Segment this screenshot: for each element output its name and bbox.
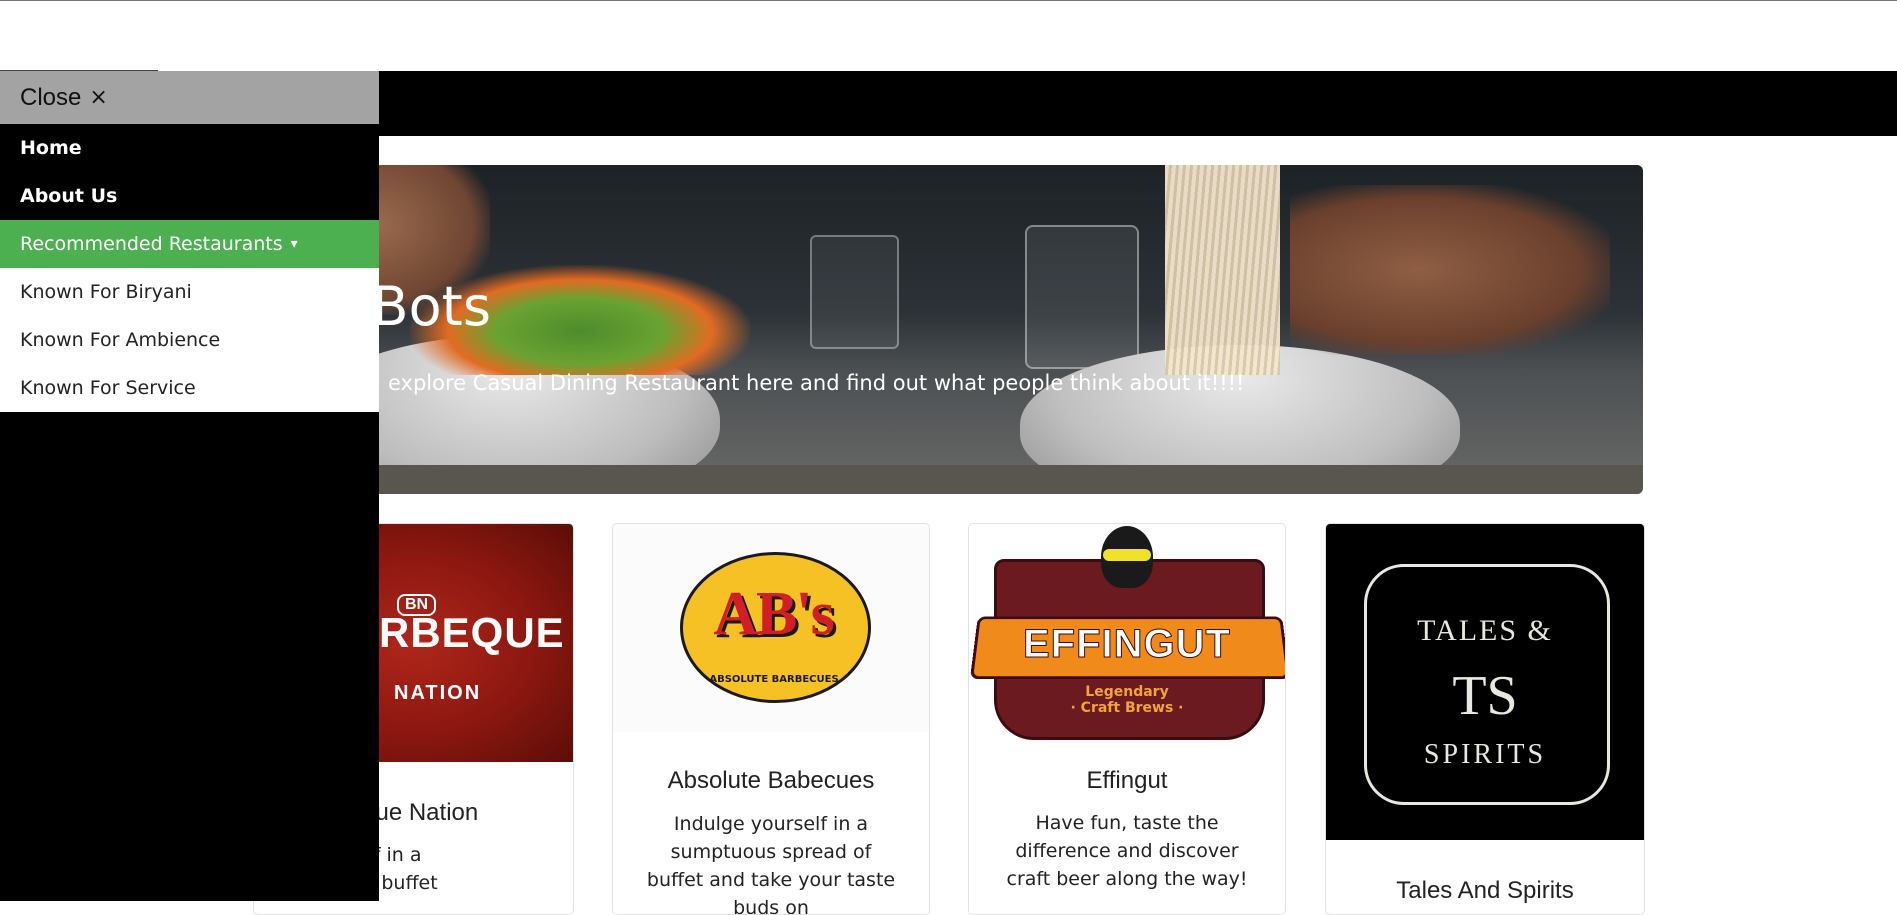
logo-mascot-glasses — [1103, 549, 1151, 561]
glass-image — [1025, 225, 1139, 369]
restaurant-card-absolute-babecues[interactable]: AB's ABSOLUTE BARBECUES Absolute Babecue… — [612, 523, 930, 915]
top-border — [0, 0, 1897, 1]
restaurant-logo-image: TALES & TS SPIRITS — [1326, 524, 1644, 840]
close-label: Close — [20, 83, 82, 111]
logo-text: EFFINGUT — [1023, 622, 1231, 667]
hero-subtitle: explore Casual Dining Restaurant here an… — [388, 371, 1245, 395]
logo-text: TALES & — [1417, 614, 1553, 647]
hand-image — [1290, 185, 1610, 355]
sidebar-item-home[interactable]: Home — [0, 124, 379, 172]
dropdown-item-label: Known For Biryani — [20, 281, 192, 303]
card-description: Indulge yourself in a sumptuous spread o… — [646, 813, 896, 915]
sidebar-item-label: About Us — [20, 185, 118, 207]
logo-text: RBEQUE — [379, 609, 565, 656]
noodles-image — [1165, 165, 1280, 375]
logo-monogram: TS — [1452, 665, 1518, 727]
restaurant-logo-image: AB's ABSOLUTE BARBECUES — [613, 524, 929, 732]
sidebar-item-label: Recommended Restaurants — [20, 233, 283, 255]
restaurant-card-effingut[interactable]: EFFINGUT Legendary · Craft Brews · Effin… — [968, 523, 1286, 915]
table-image — [300, 465, 1643, 494]
dropdown-item-service[interactable]: Known For Service — [0, 364, 379, 412]
card-description: Have fun, taste the difference and disco… — [1006, 812, 1248, 890]
logo-text: SPIRITS — [1423, 739, 1547, 770]
caret-down-icon: ▾ — [290, 236, 298, 252]
sidebar-item-about-us[interactable]: About Us — [0, 172, 379, 220]
close-button[interactable]: Close × — [0, 71, 379, 124]
dropdown-item-label: Known For Ambience — [20, 329, 221, 351]
close-icon: × — [89, 85, 108, 110]
logo-tagline-line: · Craft Brews · — [1070, 700, 1184, 716]
logo-text: NATION — [394, 682, 482, 704]
logo-tagline-line: Legendary — [1085, 684, 1169, 700]
card-title: Absolute Babecues — [667, 767, 875, 794]
hero-banner — [300, 165, 1643, 494]
restaurant-card-tales-and-spirits[interactable]: TALES & TS SPIRITS Tales And Spirits — [1325, 523, 1645, 915]
logo-tagline: Legendary · Craft Brews · — [969, 684, 1285, 716]
sidebar-item-label: Home — [20, 137, 82, 159]
logo-text: AB's — [713, 580, 834, 648]
sidebar-item-recommended-restaurants[interactable]: Recommended Restaurants ▾ — [0, 220, 379, 268]
dropdown-menu: Known For Biryani Known For Ambience Kno… — [0, 268, 379, 412]
restaurant-logo-image: EFFINGUT Legendary · Craft Brews · — [969, 524, 1285, 740]
side-navigation: Close × Home About Us Recommended Restau… — [0, 71, 379, 901]
dropdown-item-biryani[interactable]: Known For Biryani — [0, 268, 379, 316]
glass-image — [810, 235, 899, 349]
dropdown-item-ambience[interactable]: Known For Ambience — [0, 316, 379, 364]
logo-subtext: ABSOLUTE BARBECUES — [709, 674, 839, 685]
dropdown-item-label: Known For Service — [20, 377, 196, 399]
card-title: Effingut — [1086, 767, 1168, 794]
